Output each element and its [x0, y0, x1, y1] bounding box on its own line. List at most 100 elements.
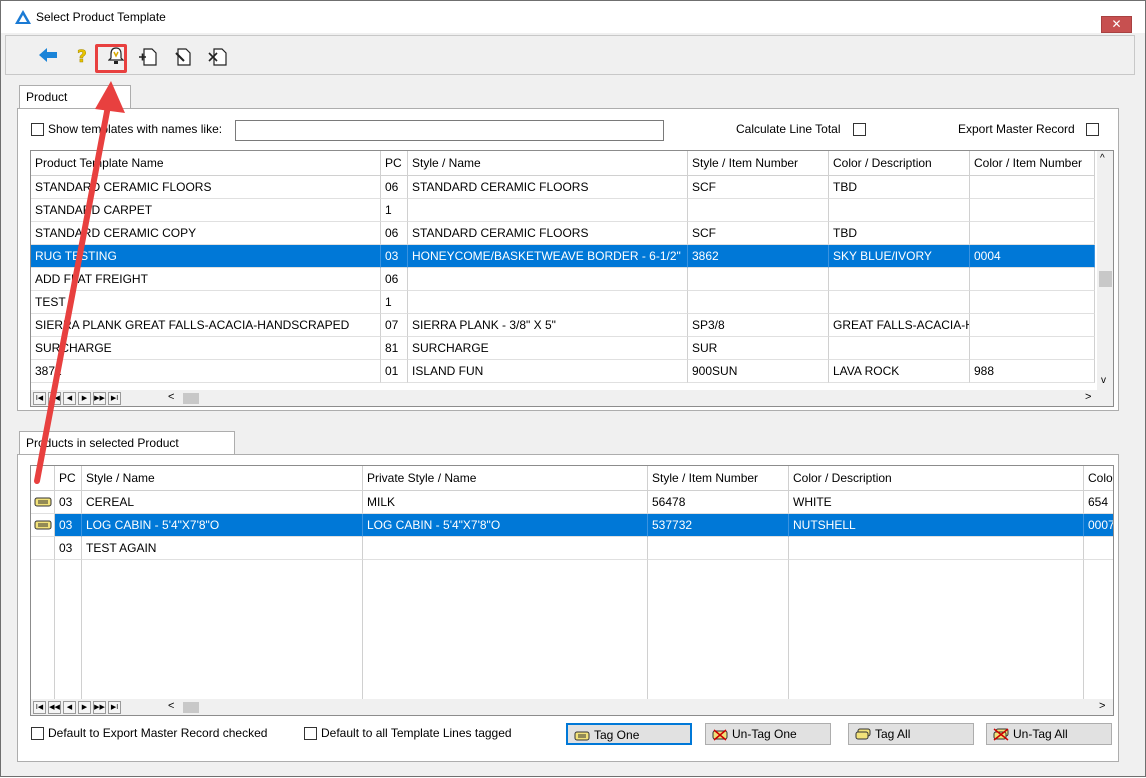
table-cell[interactable]: [970, 222, 1095, 245]
scroll-left-button[interactable]: <: [168, 700, 174, 712]
table-cell[interactable]: [970, 291, 1095, 314]
nav-last-button[interactable]: ▶I: [108, 392, 121, 405]
table-cell[interactable]: [408, 199, 688, 222]
scroll-up-button[interactable]: ^: [1100, 153, 1105, 164]
table-cell[interactable]: SIERRA PLANK - 3/8" X 5": [408, 314, 688, 337]
table-cell[interactable]: HONEYCOME/BASKETWEAVE BORDER - 6-1/2": [408, 245, 688, 268]
column-header[interactable]: PC: [381, 151, 408, 176]
table-cell[interactable]: 654: [1084, 491, 1113, 514]
tab-products-in-template[interactable]: Products in selected Product Template: [19, 431, 235, 472]
table-cell[interactable]: 0007: [1084, 514, 1113, 537]
table-cell[interactable]: [970, 314, 1095, 337]
export-master-record-checkbox[interactable]: [1086, 123, 1099, 136]
table-cell[interactable]: STANDARD CERAMIC FLOORS: [408, 222, 688, 245]
nav-next-button[interactable]: ▶: [78, 392, 91, 405]
nav-prev-button[interactable]: ◀: [63, 392, 76, 405]
table-cell[interactable]: STANDARD CERAMIC COPY: [31, 222, 381, 245]
table-cell[interactable]: WHITE: [789, 491, 1084, 514]
table-cell[interactable]: SUR: [688, 337, 829, 360]
scroll-thumb[interactable]: [183, 393, 199, 404]
delete-document-icon[interactable]: [204, 42, 232, 70]
table-cell[interactable]: LOG CABIN - 5'4"X7'8"O: [82, 514, 363, 537]
table-cell[interactable]: [408, 268, 688, 291]
nav-prev-page-button[interactable]: ◀◀: [48, 701, 61, 714]
table-cell[interactable]: LOG CABIN - 5'4"X7'8"O: [363, 514, 648, 537]
table-cell[interactable]: SURCHARGE: [31, 337, 381, 360]
table-cell[interactable]: [970, 337, 1095, 360]
column-header[interactable]: Private Style / Name: [363, 466, 648, 491]
table-cell[interactable]: RUG TESTING: [31, 245, 381, 268]
table-cell[interactable]: SKY BLUE/IVORY: [829, 245, 970, 268]
column-header[interactable]: PC: [55, 466, 82, 491]
column-header[interactable]: Style / Name: [82, 466, 363, 491]
scroll-down-button[interactable]: v: [1101, 375, 1106, 386]
nav-next-page-button[interactable]: ▶▶: [93, 701, 106, 714]
table-cell[interactable]: 03: [55, 491, 82, 514]
nav-prev-page-button[interactable]: ◀◀: [48, 392, 61, 405]
table-cell[interactable]: 1: [381, 199, 408, 222]
column-header[interactable]: Color / Item Number: [970, 151, 1095, 176]
table-cell[interactable]: [970, 268, 1095, 291]
table-cell[interactable]: 0004: [970, 245, 1095, 268]
table-cell[interactable]: 3862: [688, 245, 829, 268]
table-cell[interactable]: STANDARD CERAMIC FLOORS: [31, 176, 381, 199]
table-cell[interactable]: ADD FLAT FREIGHT: [31, 268, 381, 291]
table-cell[interactable]: [789, 537, 1084, 560]
column-header[interactable]: [31, 466, 55, 491]
table-cell[interactable]: 1: [381, 291, 408, 314]
column-header[interactable]: Style / Item Number: [688, 151, 829, 176]
row-tag-indicator[interactable]: [31, 537, 55, 560]
scroll-thumb[interactable]: [1099, 271, 1112, 287]
default-tagged-checkbox[interactable]: [304, 727, 317, 740]
untag-all-button[interactable]: Un-Tag All: [986, 723, 1112, 745]
table-cell[interactable]: 06: [381, 176, 408, 199]
table-cell[interactable]: [829, 199, 970, 222]
nav-first-button[interactable]: I◀: [33, 701, 46, 714]
table-cell[interactable]: [829, 291, 970, 314]
edit-document-icon[interactable]: [170, 42, 198, 70]
tag-one-button[interactable]: Tag One: [566, 723, 692, 745]
nav-first-button[interactable]: I◀: [33, 392, 46, 405]
template-name-search-input[interactable]: [235, 120, 664, 141]
column-header[interactable]: Style / Item Number: [648, 466, 789, 491]
table-cell[interactable]: 03: [55, 514, 82, 537]
calc-line-total-checkbox[interactable]: [853, 123, 866, 136]
row-tag-indicator[interactable]: [31, 514, 55, 537]
table-cell[interactable]: SURCHARGE: [408, 337, 688, 360]
default-export-checkbox[interactable]: [31, 727, 44, 740]
products-horizontal-scrollbar[interactable]: I◀ ◀◀ ◀ ▶ ▶▶ ▶I < >: [31, 699, 1113, 715]
scroll-left-button[interactable]: <: [168, 391, 174, 403]
table-cell[interactable]: [829, 337, 970, 360]
untag-one-button[interactable]: Un-Tag One: [705, 723, 831, 745]
table-cell[interactable]: 56478: [648, 491, 789, 514]
nav-prev-button[interactable]: ◀: [63, 701, 76, 714]
nav-next-page-button[interactable]: ▶▶: [93, 392, 106, 405]
table-cell[interactable]: [970, 199, 1095, 222]
table-cell[interactable]: TBD: [829, 222, 970, 245]
scroll-right-button[interactable]: >: [1085, 391, 1091, 403]
table-cell[interactable]: STANDARD CERAMIC FLOORS: [408, 176, 688, 199]
table-cell[interactable]: 07: [381, 314, 408, 337]
tab-product-templates[interactable]: Product Templates: [19, 85, 131, 126]
table-cell[interactable]: 3872: [31, 360, 381, 383]
table-cell[interactable]: [648, 537, 789, 560]
table-cell[interactable]: 01: [381, 360, 408, 383]
table-cell[interactable]: 03: [55, 537, 82, 560]
back-arrow-icon[interactable]: [34, 42, 62, 70]
table-cell[interactable]: [1084, 537, 1113, 560]
table-cell[interactable]: 537732: [648, 514, 789, 537]
table-cell[interactable]: 06: [381, 222, 408, 245]
table-cell[interactable]: TBD: [829, 176, 970, 199]
nav-next-button[interactable]: ▶: [78, 701, 91, 714]
table-cell[interactable]: SIERRA PLANK GREAT FALLS-ACACIA-HANDSCRA…: [31, 314, 381, 337]
table-cell[interactable]: [970, 176, 1095, 199]
table-cell[interactable]: STANDARD CARPET: [31, 199, 381, 222]
table-cell[interactable]: SP3/8: [688, 314, 829, 337]
show-templates-like-checkbox[interactable]: [31, 123, 44, 136]
nav-last-button[interactable]: ▶I: [108, 701, 121, 714]
column-header[interactable]: Style / Name: [408, 151, 688, 176]
scroll-right-button[interactable]: >: [1099, 700, 1105, 712]
table-cell[interactable]: MILK: [363, 491, 648, 514]
table-cell[interactable]: 03: [381, 245, 408, 268]
table-cell[interactable]: CEREAL: [82, 491, 363, 514]
